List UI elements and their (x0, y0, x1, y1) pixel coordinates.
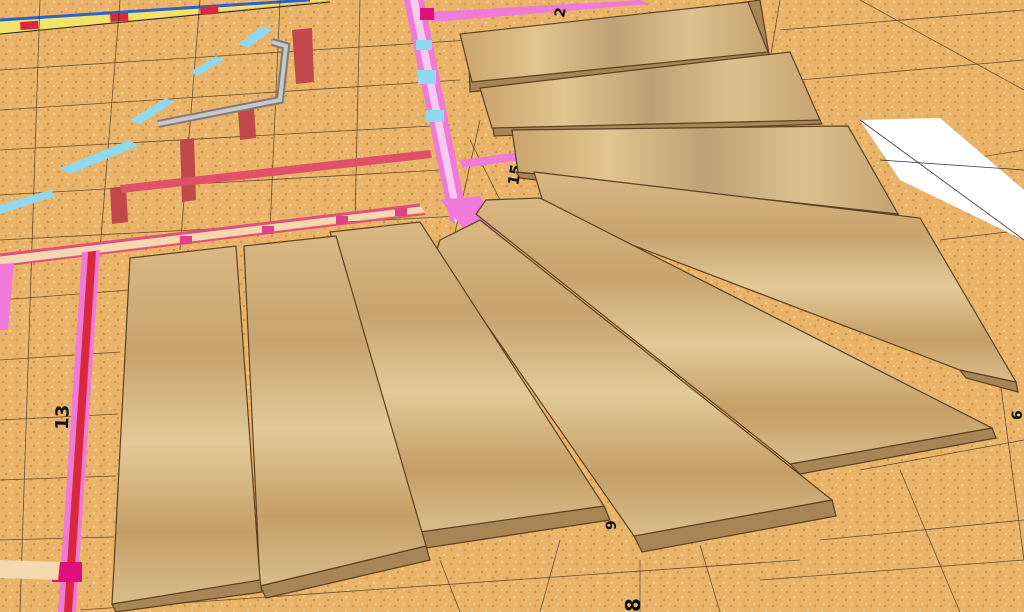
label-13: 13 (52, 404, 74, 430)
label-8: 8 (621, 598, 645, 612)
label-6: 6 (1010, 410, 1024, 420)
floor-plan-scene: 13 15 8 9 2 6 (0, 0, 1024, 612)
tread-9 (111, 245, 263, 612)
label-9: 9 (604, 520, 620, 530)
